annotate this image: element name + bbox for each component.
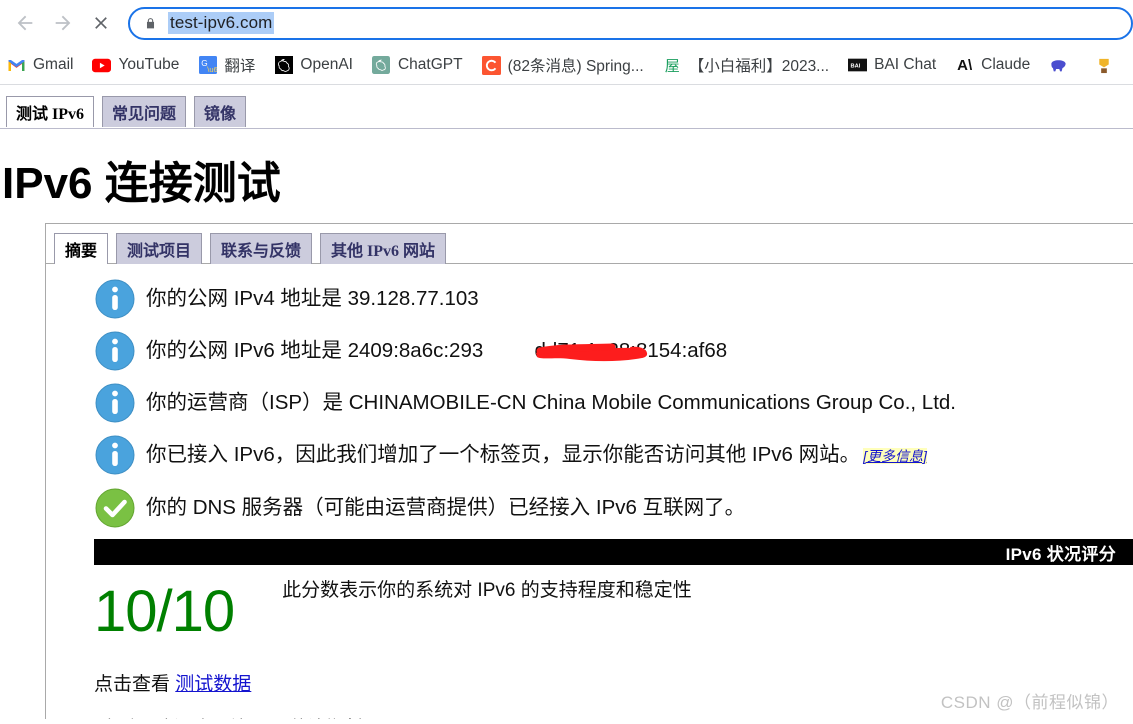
results-panel: 摘要 测试项目 联系与反馈 其他 IPv6 网站 你的公网 IPv4 地址是 3… (45, 223, 1133, 719)
bison-icon (1049, 56, 1068, 75)
info-icon (94, 330, 136, 372)
result-text-wrapper: 你已接入 IPv6，因此我们增加了一个标签页，显示你能否访问其他 IPv6 网站… (146, 434, 927, 477)
site-tab-label: 常见问题 (112, 106, 177, 123)
score-description: 此分数表示你的系统对 IPv6 的支持程度和稳定性 (282, 580, 692, 601)
bookmark-label: OpenAI (300, 56, 353, 73)
bai-chat-icon: BAI (848, 56, 868, 75)
test-data-link[interactable]: 测试数据 (175, 674, 251, 695)
bookmark-label: 翻译 (224, 58, 256, 75)
bookmark-label: ChatGPT (397, 56, 463, 73)
tab-other-ipv6-sites[interactable]: 其他 IPv6 网站 (320, 233, 447, 264)
address-bar[interactable]: test-ipv6.com (128, 6, 1133, 40)
csdn-watermark: CSDN @（前程似锦） (940, 693, 1119, 712)
tab-summary[interactable]: 摘要 (54, 233, 109, 264)
inner-tab-label: 摘要 (65, 243, 98, 260)
check-circle-icon (94, 487, 136, 529)
more-info-link[interactable]: [更多信息] (863, 448, 927, 464)
info-icon (94, 434, 136, 476)
result-row-isp: 你的运营商（ISP）是 CHINAMOBILE-CN China Mobile … (46, 382, 1133, 424)
site-tab-label: 镜像 (204, 106, 237, 123)
claude-icon: A\ (957, 56, 973, 74)
site-tab-bar: 测试 IPv6 常见问题 镜像 (0, 85, 1133, 127)
bookmark-youtube[interactable]: YouTube (92, 56, 179, 75)
results-list: 你的公网 IPv4 地址是 39.128.77.103 你的公网 IPv6 地址… (46, 264, 1133, 529)
result-text: 你的 DNS 服务器（可能由运营商提供）已经接入 IPv6 互联网了。 (146, 496, 746, 519)
csdn-icon (481, 55, 501, 75)
result-row-ipv6: 你的公网 IPv6 地址是 2409:8a6c:293 dd71:1c28:81… (46, 330, 1133, 372)
result-text: 你的公网 IPv4 地址是 39.128.77.103 (146, 287, 479, 310)
score-bar-title: IPv6 状况评分 (1005, 544, 1116, 564)
result-text: 你的公网 IPv6 地址是 2409:8a6c:293 dd71:1c28:81… (146, 339, 728, 362)
page-title: IPv6 连接测试 (2, 159, 281, 208)
browser-chrome: test-ipv6.com Gmail YouTube G\u6587 翻译 (0, 0, 1133, 85)
result-text: 你的运营商（ISP）是 CHINAMOBILE-CN China Mobile … (146, 391, 956, 414)
inner-tab-label: 其他 IPv6 网站 (331, 243, 436, 260)
bookmark-gmail[interactable]: Gmail (7, 56, 73, 75)
wuyan-icon: 屋 (664, 57, 680, 75)
bookmark-translate[interactable]: G\u6587 翻译 (198, 54, 255, 76)
bookmark-bai-chat[interactable]: BAI BAI Chat (848, 56, 936, 75)
result-row-ipv4: 你的公网 IPv4 地址是 39.128.77.103 (46, 278, 1133, 320)
bookmark-chatgpt[interactable]: ChatGPT (372, 56, 463, 75)
url-text[interactable]: test-ipv6.com (168, 12, 275, 34)
lock-icon (144, 16, 157, 31)
site-tab-mirror[interactable]: 镜像 (194, 96, 247, 127)
info-icon (94, 382, 136, 424)
back-button[interactable] (6, 4, 44, 42)
openai-icon (274, 56, 293, 75)
info-icon (94, 278, 136, 320)
chatgpt-icon (372, 56, 391, 75)
site-tab-label: 测试 IPv6 (16, 106, 85, 123)
site-tab-test-ipv6[interactable]: 测试 IPv6 (6, 96, 95, 127)
gmail-icon (7, 56, 26, 75)
google-translate-icon: G\u6587 (198, 56, 217, 75)
browser-toolbar: test-ipv6.com (0, 0, 1133, 46)
bookmark-openai[interactable]: OpenAI (274, 56, 353, 75)
page-content: 测试 IPv6 常见问题 镜像 IPv6 连接测试 摘要 测试项目 联系与反馈 … (0, 85, 1133, 719)
bookmark-label: Gmail (33, 56, 74, 73)
server-stats-note: （已经更新服务器端 IPv6 统计信息） (94, 713, 1133, 719)
forward-button[interactable] (44, 4, 82, 42)
stop-loading-button[interactable] (82, 4, 120, 42)
tab-contact-feedback[interactable]: 联系与反馈 (210, 233, 313, 264)
site-tab-faq[interactable]: 常见问题 (102, 96, 187, 127)
inner-tab-bar: 摘要 测试项目 联系与反馈 其他 IPv6 网站 (46, 224, 1133, 264)
bookmark-label: 【小白福利】2023... (688, 58, 830, 75)
tab-test-items[interactable]: 测试项目 (116, 233, 203, 264)
score-bar: IPv6 状况评分 (94, 539, 1133, 565)
svg-text:BAI: BAI (851, 64, 861, 70)
result-text: 你已接入 IPv6，因此我们增加了一个标签页，显示你能否访问其他 IPv6 网站… (146, 443, 861, 466)
svg-text:\u6587: \u6587 (207, 65, 217, 74)
inner-tab-label: 测试项目 (127, 243, 192, 260)
see-prefix-label: 点击查看 (94, 674, 171, 695)
partial-bookmark-icon (1094, 56, 1113, 75)
score-area: 10/10 此分数表示你的系统对 IPv6 的支持程度和稳定性 (46, 565, 1133, 641)
score-value: 10/10 (94, 579, 235, 644)
bookmark-bison[interactable] (1049, 56, 1075, 75)
bookmark-partial[interactable] (1094, 56, 1120, 75)
youtube-icon (92, 56, 112, 75)
bookmarks-bar: Gmail YouTube G\u6587 翻译 OpenAI ChatGPT (0, 46, 1133, 84)
bookmark-label: BAI Chat (874, 56, 937, 73)
inner-tab-label: 联系与反馈 (221, 243, 302, 260)
bookmark-claude[interactable]: A\ Claude (955, 56, 1030, 75)
bookmark-csdn-spring[interactable]: (82条消息) Spring... (481, 54, 644, 76)
bookmark-label: YouTube (118, 56, 180, 73)
result-row-dns: 你的 DNS 服务器（可能由运营商提供）已经接入 IPv6 互联网了。 (46, 487, 1133, 529)
bookmark-label: (82条消息) Spring... (507, 58, 644, 75)
bookmark-label: Claude (981, 56, 1031, 73)
bookmark-xiaobai[interactable]: 屋 【小白福利】2023... (663, 54, 829, 76)
result-row-ipv6-tab-note: 你已接入 IPv6，因此我们增加了一个标签页，显示你能否访问其他 IPv6 网站… (46, 434, 1133, 477)
